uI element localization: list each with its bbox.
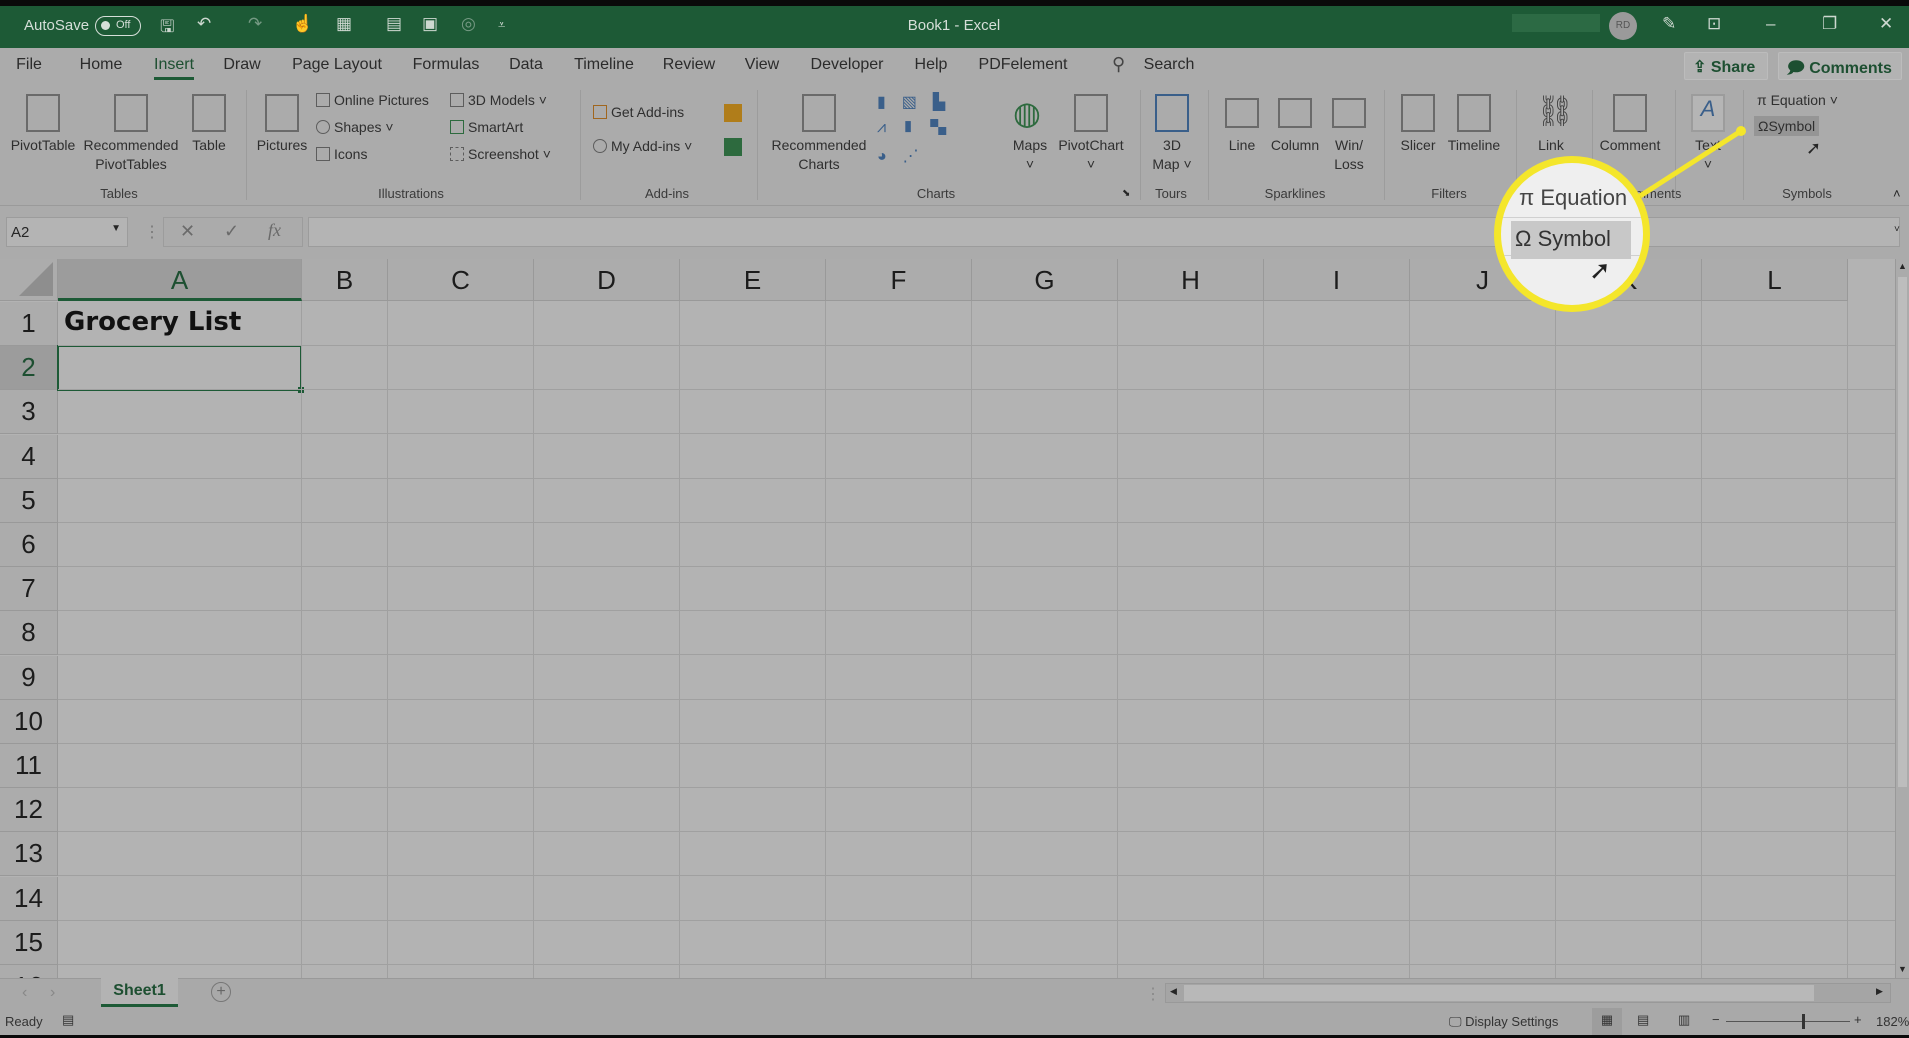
callout-line [1638, 126, 1746, 199]
label: Symbol [1537, 226, 1611, 251]
callout-equation: π Equation [1519, 185, 1627, 211]
label: Equation [1540, 185, 1628, 210]
omega-icon: Ω [1515, 226, 1532, 251]
mouse-cursor-icon: ➚ [1589, 255, 1611, 285]
pi-icon: π [1519, 185, 1535, 210]
callout-dot [1736, 126, 1746, 136]
callout-pointer [1638, 128, 1743, 199]
magnifier-callout: π Equation Ω Symbol ➚ [1494, 156, 1650, 312]
callout-symbol: Ω Symbol [1511, 221, 1631, 259]
